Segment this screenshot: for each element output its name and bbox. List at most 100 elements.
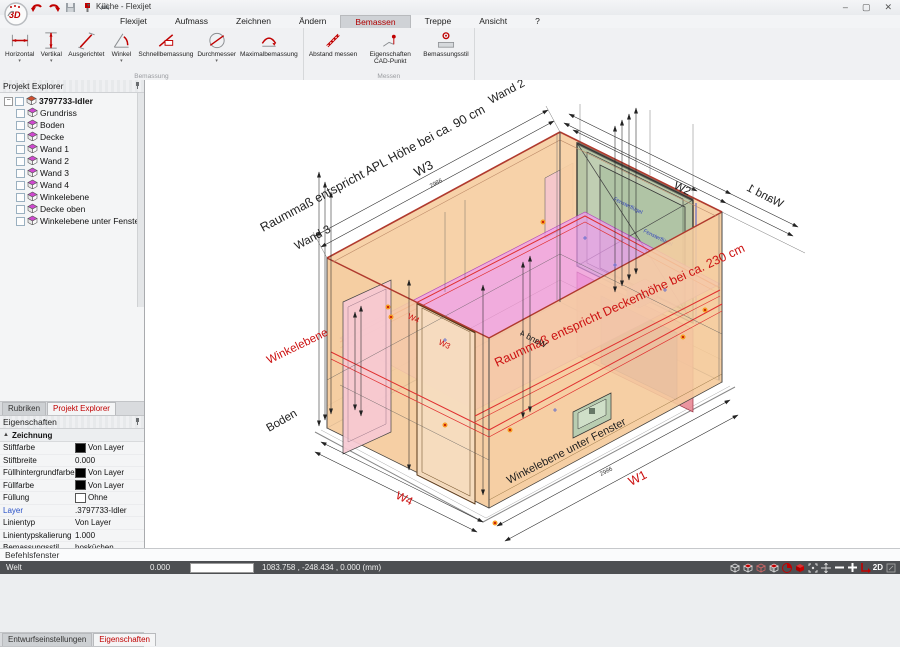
tab-eigenschaften[interactable]: Eigenschaften xyxy=(93,633,156,646)
menu-tab-bemassen[interactable]: Bemassen xyxy=(340,15,410,29)
property-row-layer[interactable]: Layer.3797733-Idler xyxy=(0,505,144,518)
layer-checkbox[interactable] xyxy=(16,217,25,226)
menu-tab-aendern[interactable]: Ändern xyxy=(285,15,340,28)
dropdown-caret[interactable]: ▾ xyxy=(18,59,21,63)
color-swatch[interactable] xyxy=(75,493,86,503)
horizontal-dimension-button[interactable]: Horizontal ▾ xyxy=(3,30,36,63)
tab-rubriken[interactable]: Rubriken xyxy=(2,402,46,415)
color-swatch[interactable] xyxy=(75,443,86,453)
maximize-button[interactable]: ▢ xyxy=(862,1,871,14)
measure-distance-button[interactable]: Abstand messen xyxy=(307,30,359,58)
command-window-bar[interactable]: Befehlsfenster xyxy=(0,548,900,561)
dimension-style-icon xyxy=(435,30,457,51)
wireframe-view-icon[interactable] xyxy=(730,562,741,573)
layer-checkbox[interactable] xyxy=(16,121,25,130)
menu-tab-aufmass[interactable]: Aufmass xyxy=(161,15,222,28)
angle-dimension-button[interactable]: Winkel ▾ xyxy=(106,30,136,63)
hidden-line-view-icon[interactable] xyxy=(743,562,754,573)
coordinate-system-label[interactable]: Welt xyxy=(6,563,136,572)
layer-checkbox[interactable] xyxy=(16,133,25,142)
layer-checkbox[interactable] xyxy=(16,145,25,154)
flexijet-3d-logo: 3D xyxy=(4,2,28,26)
zoom-out-icon[interactable] xyxy=(834,562,845,573)
layer-checkbox[interactable] xyxy=(16,157,25,166)
shaded-view-icon[interactable] xyxy=(756,562,767,573)
layer-checkbox[interactable] xyxy=(16,181,25,190)
tab-projekt-explorer[interactable]: Projekt Explorer xyxy=(47,402,116,415)
cad-point-properties-button[interactable]: Eigenschaften CAD-Punkt xyxy=(359,30,421,66)
tab-entwurfseinstellungen[interactable]: Entwurfseinstellungen xyxy=(2,633,92,646)
zoom-window-icon[interactable] xyxy=(808,562,819,573)
property-row[interactable]: Linientypskalierung1.000 xyxy=(0,530,144,543)
property-row[interactable]: StiftfarbeVon Layer xyxy=(0,442,144,455)
measure-distance-icon xyxy=(322,30,344,51)
layer-checkbox[interactable] xyxy=(16,169,25,178)
root-checkbox[interactable] xyxy=(15,97,24,106)
property-row[interactable]: LinientypVon Layer xyxy=(0,517,144,530)
dropdown-caret[interactable]: ▾ xyxy=(50,59,53,63)
pin-icon[interactable] xyxy=(134,81,141,92)
zoom-in-icon[interactable] xyxy=(847,562,858,573)
material-view-icon[interactable] xyxy=(782,562,793,573)
layer-checkbox[interactable] xyxy=(16,109,25,118)
pan-icon[interactable] xyxy=(821,562,832,573)
tree-root[interactable]: − 3797733-Idler xyxy=(4,95,144,107)
tree-item-wand-2[interactable]: Wand 2 xyxy=(4,155,144,167)
section-zeichnung[interactable]: ▲Zeichnung xyxy=(0,429,144,442)
max-dimension-button[interactable]: Maximalbemassung xyxy=(238,30,300,58)
fit-view-icon[interactable] xyxy=(885,562,896,573)
solid-view-icon[interactable] xyxy=(795,562,806,573)
aligned-dimension-button[interactable]: Ausgerichtet xyxy=(66,30,106,58)
redo-icon[interactable] xyxy=(47,2,60,14)
menu-tab-help[interactable]: ? xyxy=(521,15,554,28)
tree-item-wand-3[interactable]: Wand 3 xyxy=(4,167,144,179)
project-explorer-header: Projekt Explorer xyxy=(0,80,144,93)
property-row[interactable]: FüllungOhne xyxy=(0,492,144,505)
vertical-dimension-button[interactable]: Vertikal ▾ xyxy=(36,30,66,63)
vertical-dimension-icon xyxy=(40,30,62,51)
property-row[interactable]: FüllfarbeVon Layer xyxy=(0,480,144,493)
tree-item-wand-1[interactable]: Wand 1 xyxy=(4,143,144,155)
quick-access-overflow-caret[interactable]: ▾ xyxy=(87,2,90,9)
dropdown-caret[interactable]: ▾ xyxy=(120,59,123,63)
cad-viewport[interactable]: Fensterflügel Fensterflügel xyxy=(145,80,900,548)
menu-tab-flexijet[interactable]: Flexijet xyxy=(106,15,161,28)
save-icon[interactable] xyxy=(64,2,77,14)
dropdown-caret[interactable]: ▾ xyxy=(215,59,218,63)
tree-item-grundriss[interactable]: Grundriss xyxy=(4,107,144,119)
wand2-label: Wand 2 xyxy=(487,80,527,107)
quick-dimension-button[interactable]: Schnellbemassung xyxy=(136,30,195,58)
tree-item-winkelebene[interactable]: Winkelebene xyxy=(4,191,144,203)
layer-checkbox[interactable] xyxy=(16,193,25,202)
minimize-button[interactable]: – xyxy=(843,1,848,14)
project-tree: − 3797733-Idler Grundriss Boden Decke Wa… xyxy=(0,93,144,307)
menu-tab-ansicht[interactable]: Ansicht xyxy=(465,15,521,28)
command-input[interactable] xyxy=(190,563,254,573)
layer-checkbox[interactable] xyxy=(16,205,25,214)
ucs-icon[interactable] xyxy=(860,562,871,573)
tree-item-boden[interactable]: Boden xyxy=(4,119,144,131)
tree-item-decke-oben[interactable]: Decke oben xyxy=(4,203,144,215)
pin-icon[interactable] xyxy=(134,417,141,428)
2d-mode-toggle[interactable]: 2D xyxy=(873,563,883,572)
menu-tab-treppe[interactable]: Treppe xyxy=(411,15,466,28)
tree-item-decke[interactable]: Decke xyxy=(4,131,144,143)
close-button[interactable]: ✕ xyxy=(884,1,892,14)
layer-cube-icon xyxy=(27,191,38,203)
tree-item-winkelebene-unter-fenster[interactable]: Winkelebene unter Fenster xyxy=(4,215,144,227)
property-row[interactable]: FüllhintergrundfarbeVon Layer xyxy=(0,467,144,480)
undo-icon[interactable] xyxy=(30,2,43,14)
tree-scrollbar[interactable] xyxy=(137,93,144,307)
color-swatch[interactable] xyxy=(75,468,86,478)
dimension-value: 2986 xyxy=(429,178,444,190)
isometric-room-drawing[interactable]: Fensterflügel Fensterflügel xyxy=(145,80,900,548)
rendered-view-icon[interactable] xyxy=(769,562,780,573)
menu-tab-zeichnen[interactable]: Zeichnen xyxy=(222,15,285,28)
dimension-style-button[interactable]: Bemassungsstil xyxy=(421,30,471,58)
collapse-icon[interactable]: − xyxy=(4,97,13,106)
diameter-dimension-button[interactable]: Durchmesser ▾ xyxy=(195,30,238,63)
property-row[interactable]: Stiftbreite0.000 xyxy=(0,455,144,468)
properties-header: Eigenschaften xyxy=(0,416,144,429)
color-swatch[interactable] xyxy=(75,480,86,490)
tree-item-wand-4[interactable]: Wand 4 xyxy=(4,179,144,191)
